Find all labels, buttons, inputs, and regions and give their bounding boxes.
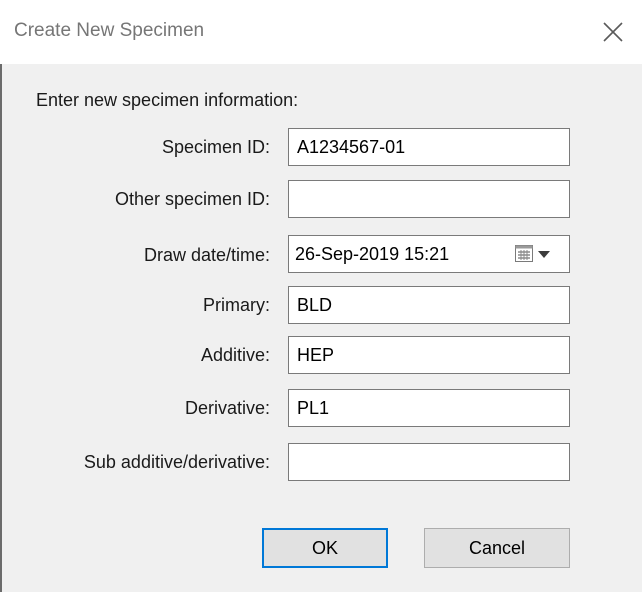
- create-specimen-dialog: Create New Specimen Enter new specimen i…: [0, 0, 642, 592]
- sub-additive-derivative-input[interactable]: [288, 443, 570, 481]
- derivative-label: Derivative:: [184, 398, 270, 418]
- additive-label: Additive:: [200, 345, 270, 365]
- form-intro: Enter new specimen information:: [36, 90, 299, 110]
- close-button[interactable]: [598, 17, 628, 47]
- cancel-button[interactable]: Cancel: [424, 528, 570, 568]
- draw-datetime-value[interactable]: 26-Sep-2019 15:21: [295, 244, 449, 265]
- date-dropdown-button[interactable]: [515, 242, 565, 266]
- specimen-id-input[interactable]: [288, 128, 570, 166]
- specimen-id-label: Specimen ID:: [161, 137, 270, 157]
- draw-datetime-label: Draw date/time:: [143, 245, 270, 265]
- draw-datetime-picker[interactable]: 26-Sep-2019 15:21: [288, 235, 570, 273]
- primary-label: Primary:: [203, 295, 270, 315]
- derivative-input[interactable]: [288, 389, 570, 427]
- calendar-icon: [515, 245, 533, 262]
- title-bar: Create New Specimen: [0, 0, 642, 64]
- close-icon: [603, 22, 623, 42]
- primary-input[interactable]: [288, 286, 570, 324]
- other-specimen-id-input[interactable]: [288, 180, 570, 218]
- window-edge: [0, 0, 2, 592]
- window-title: Create New Specimen: [14, 20, 205, 41]
- sub-additive-derivative-label: Sub additive/derivative:: [83, 452, 270, 472]
- other-specimen-id-label: Other specimen ID:: [114, 189, 270, 209]
- chevron-down-icon: [538, 251, 550, 258]
- ok-button[interactable]: OK: [262, 528, 388, 568]
- additive-input[interactable]: [288, 336, 570, 374]
